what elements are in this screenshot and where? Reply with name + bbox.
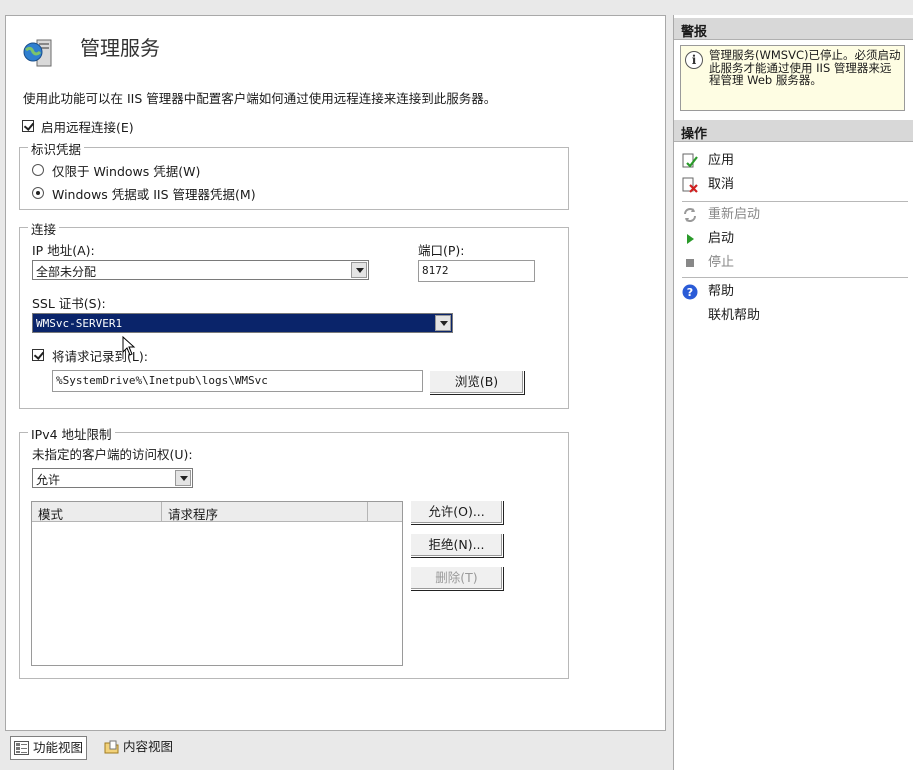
alert-message-box: i 管理服务(WMSVC)已停止。必须启动此服务才能通过使用 IIS 管理器来远… — [680, 45, 905, 111]
ssl-cert-value: WMSvc-SERVER1 — [36, 317, 123, 330]
alerts-header: 警报 — [674, 18, 913, 40]
start-label: 启动 — [708, 231, 735, 246]
stop-action[interactable]: 停止 — [682, 253, 734, 273]
restrictions-list[interactable]: 模式 请求程序 — [31, 501, 403, 666]
features-view-icon — [14, 741, 29, 755]
chevron-down-icon — [435, 315, 451, 331]
windows-or-iis-label: Windows 凭据或 IIS 管理器凭据(M) — [52, 187, 256, 202]
cancel-icon — [682, 177, 698, 193]
ssl-cert-select[interactable]: WMSvc-SERVER1 — [32, 313, 453, 333]
apply-action[interactable]: 应用 — [682, 151, 734, 171]
column-header-requester[interactable]: 请求程序 — [162, 502, 368, 522]
enable-remote-label: 启用远程连接(E) — [41, 120, 134, 135]
log-requests-checkbox[interactable] — [32, 349, 44, 361]
actions-pane: 警报 i 管理服务(WMSVC)已停止。必须启动此服务才能通过使用 IIS 管理… — [673, 15, 913, 770]
svg-text:?: ? — [687, 286, 693, 299]
mouse-cursor-icon — [122, 336, 136, 356]
main-panel: 管理服务 使用此功能可以在 IIS 管理器中配置客户端如何通过使用远程连接来连接… — [5, 15, 666, 731]
windows-only-label: 仅限于 Windows 凭据(W) — [52, 164, 201, 179]
chevron-down-icon — [351, 262, 367, 278]
deny-button[interactable]: 拒绝(N)... — [410, 533, 503, 557]
enable-remote-checkbox[interactable] — [22, 120, 34, 132]
windows-only-radio[interactable] — [32, 164, 44, 176]
cancel-label: 取消 — [708, 177, 735, 192]
online-help-action[interactable]: 联机帮助 — [682, 306, 760, 326]
restart-label: 重新启动 — [708, 207, 761, 222]
access-select[interactable]: 允许 — [32, 468, 193, 488]
stop-label: 停止 — [708, 255, 735, 270]
info-icon: i — [685, 51, 703, 69]
tab-content-view[interactable]: 内容视图 — [101, 736, 173, 760]
apply-icon — [682, 153, 698, 168]
help-action[interactable]: ? 帮助 — [682, 282, 734, 302]
tab-features-view[interactable]: 功能视图 — [10, 736, 88, 760]
page-description: 使用此功能可以在 IIS 管理器中配置客户端如何通过使用远程连接来连接到此服务器… — [23, 91, 497, 106]
cancel-action[interactable]: 取消 — [682, 175, 734, 195]
view-tabs-bar: 功能视图 内容视图 — [5, 733, 666, 763]
start-action[interactable]: 启动 — [682, 229, 734, 249]
port-label: 端口(P): — [418, 243, 465, 258]
stop-icon — [686, 259, 694, 267]
ipv4-group-title: IPv4 地址限制 — [28, 424, 115, 443]
help-label: 帮助 — [708, 284, 735, 299]
connection-group-title: 连接 — [28, 219, 60, 238]
content-view-label: 内容视图 — [123, 739, 174, 754]
start-icon — [687, 234, 694, 244]
list-header: 模式 请求程序 — [32, 502, 402, 522]
ip-address-label: IP 地址(A): — [32, 243, 95, 258]
online-help-label: 联机帮助 — [708, 308, 761, 323]
windows-or-iis-radio[interactable] — [32, 187, 44, 199]
features-view-label: 功能视图 — [33, 740, 84, 755]
identity-group-title: 标识凭据 — [28, 139, 85, 158]
ssl-cert-label: SSL 证书(S): — [32, 296, 106, 311]
unspecified-access-label: 未指定的客户端的访问权(U): — [32, 447, 193, 462]
ip-address-value: 全部未分配 — [36, 265, 97, 279]
restart-icon — [684, 208, 696, 222]
apply-label: 应用 — [708, 153, 735, 168]
ip-address-select[interactable]: 全部未分配 — [32, 260, 369, 280]
restart-action[interactable]: 重新启动 — [682, 205, 760, 225]
browse-button[interactable]: 浏览(B) — [429, 370, 524, 394]
column-header-mode[interactable]: 模式 — [32, 502, 162, 522]
actions-divider — [682, 277, 908, 278]
help-icon: ? — [682, 284, 698, 300]
server-globe-icon — [22, 34, 60, 72]
remove-button[interactable]: 删除(T) — [410, 566, 503, 590]
alert-text: 管理服务(WMSVC)已停止。必须启动此服务才能通过使用 IIS 管理器来远程管… — [709, 48, 901, 87]
content-view-icon — [104, 740, 119, 754]
actions-header: 操作 — [674, 120, 913, 142]
actions-divider — [682, 201, 908, 202]
chevron-down-icon — [175, 470, 191, 486]
port-input[interactable]: 8172 — [418, 260, 535, 282]
access-value: 允许 — [36, 473, 61, 487]
page-title: 管理服务 — [80, 36, 160, 60]
allow-button[interactable]: 允许(O)... — [410, 500, 503, 524]
log-path-input[interactable]: %SystemDrive%\Inetpub\logs\WMSvc — [52, 370, 423, 392]
